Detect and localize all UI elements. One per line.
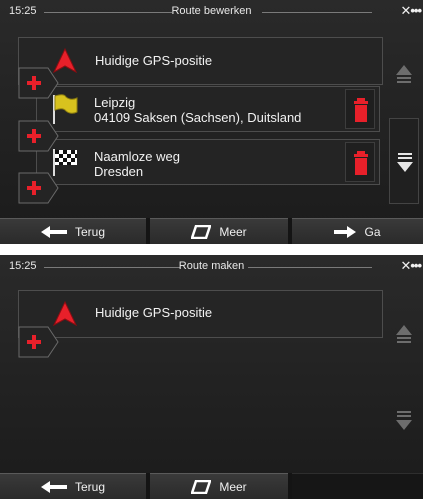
back-label: Terug — [74, 479, 106, 494]
status-divider — [262, 12, 372, 13]
insert-waypoint-button[interactable] — [18, 67, 60, 99]
trash-icon — [354, 98, 368, 122]
scroll-down-icon[interactable] — [396, 409, 412, 431]
back-button[interactable]: Terug — [0, 473, 146, 499]
back-label: Terug — [74, 224, 106, 239]
more-icon — [191, 224, 212, 239]
bottom-toolbar: Terug Meer — [0, 473, 423, 499]
back-button[interactable]: Terug — [0, 218, 146, 244]
waypoint-name: Huidige GPS-positie — [95, 53, 213, 68]
scroll-down-icon[interactable] — [397, 151, 413, 173]
delete-waypoint-button[interactable] — [345, 89, 375, 129]
insert-waypoint-button[interactable] — [18, 120, 60, 152]
delete-waypoint-button[interactable] — [345, 142, 375, 182]
more-icon — [191, 479, 212, 494]
route-edit-screen: 15:25 Route bewerken ✕••• Huidige GPS-po… — [0, 0, 423, 244]
waypoint-name: Leipzig — [94, 95, 136, 110]
more-button[interactable]: Meer — [150, 473, 288, 499]
trash-icon — [354, 151, 368, 175]
screen-title: Route maken — [178, 260, 245, 272]
route-start-row[interactable]: Huidige GPS-positie — [18, 37, 383, 85]
go-button[interactable]: Ga — [292, 218, 423, 244]
scroll-up-icon[interactable] — [396, 325, 412, 347]
waypoint-name: Naamloze weg — [94, 149, 180, 164]
route-create-screen: 15:25 Route maken ✕••• Huidige GPS-posit… — [0, 255, 423, 499]
arrow-left-icon — [40, 480, 67, 493]
scrollbar[interactable] — [389, 305, 419, 445]
status-divider — [248, 267, 372, 268]
status-bar: 15:25 Route bewerken ✕••• — [0, 0, 423, 24]
scroll-up-icon[interactable] — [396, 65, 412, 87]
append-waypoint-button[interactable] — [18, 326, 60, 358]
status-bar: 15:25 Route maken ✕••• — [0, 255, 423, 279]
waypoint-name: Huidige GPS-positie — [95, 305, 213, 320]
empty-slot — [292, 473, 423, 499]
gps-status-icon[interactable]: ✕••• — [400, 258, 422, 274]
waypoint-row-leipzig[interactable]: Leipzig 04109 Saksen (Sachsen), Duitslan… — [36, 86, 380, 132]
waypoint-detail: 04109 Saksen (Sachsen), Duitsland — [94, 110, 302, 125]
arrow-right-icon — [334, 225, 357, 238]
route-start-row[interactable]: Huidige GPS-positie — [18, 290, 383, 338]
waypoint-row-dresden[interactable]: Naamloze weg Dresden — [36, 139, 380, 185]
gps-status-icon[interactable]: ✕••• — [400, 3, 422, 19]
append-waypoint-button[interactable] — [18, 172, 60, 204]
more-button[interactable]: Meer — [150, 218, 288, 244]
scroll-down-panel[interactable] — [389, 118, 419, 204]
more-label: Meer — [219, 224, 247, 239]
arrow-left-icon — [40, 225, 67, 238]
go-label: Ga — [364, 224, 381, 239]
screen-title: Route bewerken — [171, 5, 252, 17]
bottom-toolbar: Terug Meer Ga — [0, 218, 423, 244]
waypoint-detail: Dresden — [94, 164, 144, 179]
more-label: Meer — [219, 479, 247, 494]
